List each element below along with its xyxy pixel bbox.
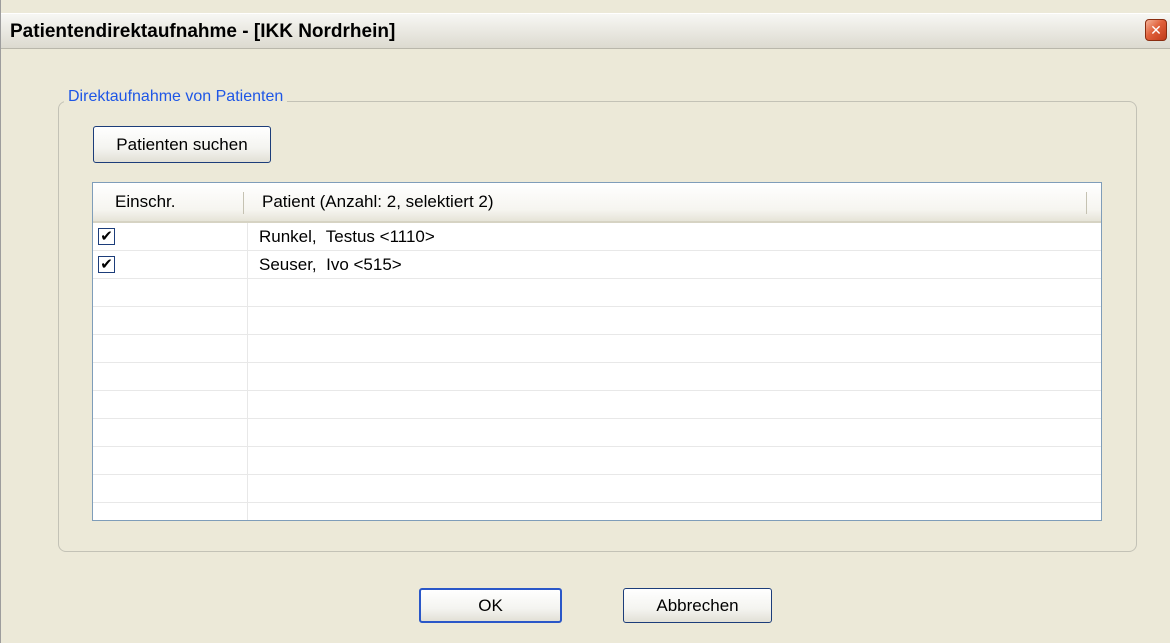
table-row-empty [93, 307, 1101, 335]
table-row-empty [93, 419, 1101, 447]
ok-button[interactable]: OK [419, 588, 562, 623]
title-bar[interactable]: Patientendirektaufnahme - [IKK Nordrhein… [1, 13, 1170, 49]
table-row-empty [93, 363, 1101, 391]
column-separator[interactable] [243, 192, 244, 214]
table-row-empty [93, 335, 1101, 363]
close-icon[interactable]: ✕ [1145, 19, 1167, 41]
table-row[interactable]: ✔ Seuser, Ivo <515> [93, 251, 1101, 279]
window-title: Patientendirektaufnahme - [IKK Nordrhein… [10, 21, 396, 42]
table-header: Einschr. Patient (Anzahl: 2, selektiert … [93, 183, 1101, 223]
patient-table: Einschr. Patient (Anzahl: 2, selektiert … [92, 182, 1102, 521]
groupbox-legend: Direktaufnahme von Patienten [64, 88, 288, 106]
column-separator[interactable] [1086, 192, 1087, 214]
search-patients-button[interactable]: Patienten suchen [93, 126, 271, 163]
table-row-empty [93, 279, 1101, 307]
table-row[interactable]: ✔ Runkel, Testus <1110> [93, 223, 1101, 251]
table-row-empty [93, 447, 1101, 475]
column-header-restriction[interactable]: Einschr. [93, 183, 243, 221]
table-row-empty [93, 391, 1101, 419]
dialog-window: Patientendirektaufnahme - [IKK Nordrhein… [0, 0, 1170, 643]
cancel-button[interactable]: Abbrechen [623, 588, 772, 623]
table-row-empty [93, 475, 1101, 503]
patient-name-cell[interactable]: Seuser, Ivo <515> [259, 251, 402, 278]
restriction-checkbox[interactable]: ✔ [98, 256, 115, 273]
patient-name-cell[interactable]: Runkel, Testus <1110> [259, 223, 435, 250]
table-body: ✔ Runkel, Testus <1110> ✔ Seuser, Ivo <5… [93, 223, 1101, 520]
column-header-patient[interactable]: Patient (Anzahl: 2, selektiert 2) [246, 183, 1086, 221]
table-row-empty [93, 503, 1101, 520]
restriction-checkbox[interactable]: ✔ [98, 228, 115, 245]
